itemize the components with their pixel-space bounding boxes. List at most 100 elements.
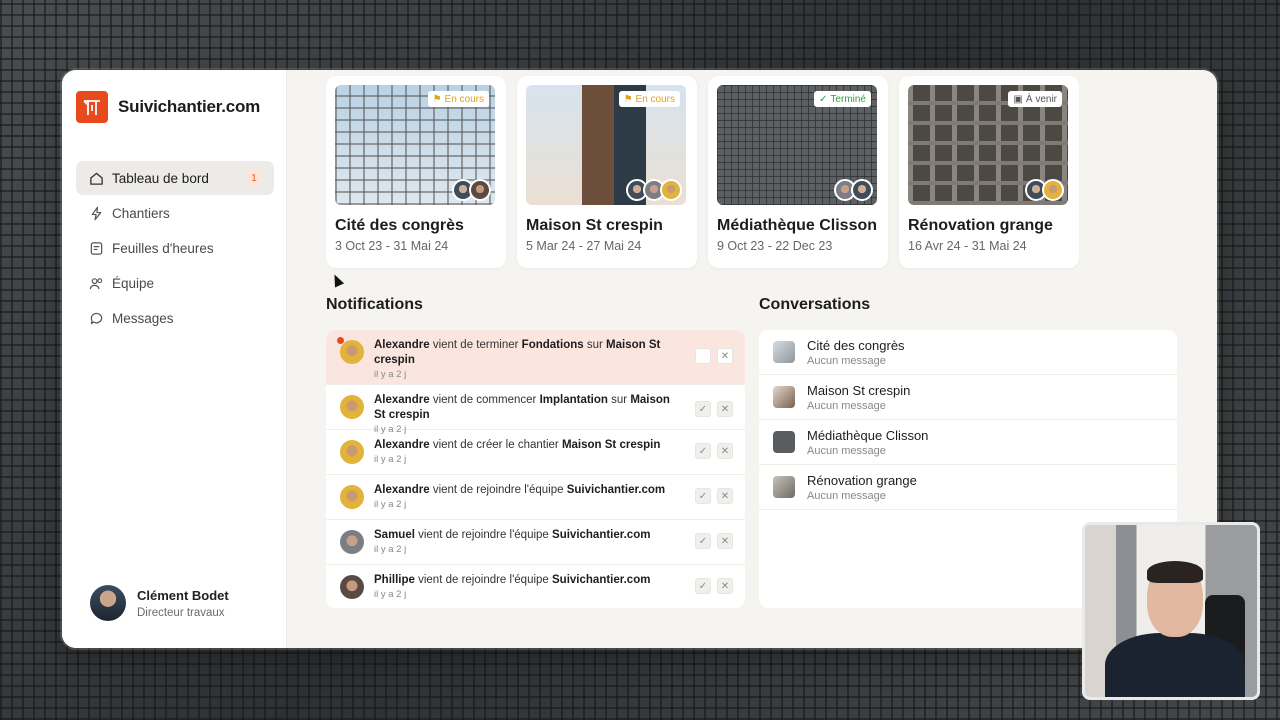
avatar bbox=[340, 575, 364, 599]
status-badge: ▣ À venir bbox=[1008, 91, 1062, 107]
conversation-preview: Aucun message bbox=[807, 444, 886, 457]
project-photo: ✓ Terminé bbox=[717, 85, 877, 205]
avatar bbox=[469, 179, 491, 201]
conversation-item[interactable]: Médiathèque Clisson Aucun message bbox=[759, 420, 1177, 465]
notification-time: il y a 2 j bbox=[374, 589, 407, 600]
status-badge: ⚑ En cours bbox=[427, 91, 489, 107]
notification-time: il y a 2 j bbox=[374, 499, 407, 510]
sidebar-item-label: Équipe bbox=[112, 275, 155, 291]
sidebar-item-label: Messages bbox=[112, 310, 174, 326]
project-dates: 3 Oct 23 - 31 Mai 24 bbox=[335, 239, 449, 253]
avatar bbox=[340, 395, 364, 419]
user-role: Directeur travaux bbox=[137, 606, 225, 619]
flag-icon: ⚑ bbox=[623, 93, 633, 105]
avatar bbox=[1042, 179, 1064, 201]
mark-read-button[interactable]: ✓ bbox=[695, 443, 711, 459]
conversation-name: Maison St crespin bbox=[807, 382, 911, 398]
flag-icon: ⚑ bbox=[432, 93, 442, 105]
sidebar-item-equipe[interactable]: Équipe bbox=[76, 266, 274, 300]
notification-item[interactable]: Samuel vient de rejoindre l'équipe Suivi… bbox=[326, 520, 745, 565]
conversations-title: Conversations bbox=[759, 296, 871, 313]
mark-read-button[interactable]: ✓ bbox=[695, 578, 711, 594]
unread-dot bbox=[337, 337, 344, 344]
notification-item[interactable]: Alexandre vient de commencer Implantatio… bbox=[326, 385, 745, 435]
avatar bbox=[851, 179, 873, 201]
webcam-overlay bbox=[1082, 522, 1260, 700]
team-avatars bbox=[452, 179, 491, 201]
home-icon bbox=[88, 170, 104, 186]
team-avatars bbox=[626, 179, 682, 201]
conversation-item[interactable]: Rénovation grange Aucun message bbox=[759, 465, 1177, 510]
project-card-cite-des-congres[interactable]: ⚑ En cours Cité des congrès 3 Oct 23 - 31… bbox=[326, 76, 506, 268]
dismiss-button[interactable]: ✕ bbox=[717, 401, 733, 417]
conversation-preview: Aucun message bbox=[807, 399, 886, 412]
project-dates: 16 Avr 24 - 31 Mai 24 bbox=[908, 239, 1027, 253]
project-card-renovation-grange[interactable]: ▣ À venir Rénovation grange 16 Avr 24 - 3… bbox=[899, 76, 1079, 268]
project-photo: ⚑ En cours bbox=[526, 85, 686, 205]
app-window: Suivichantier.com Tableau de bord 1 Chan… bbox=[62, 70, 1217, 648]
sidebar-item-messages[interactable]: Messages bbox=[76, 301, 274, 335]
avatar bbox=[90, 585, 126, 621]
user-name: Clément Bodet bbox=[137, 587, 229, 603]
sidebar-item-feuilles-d-heures[interactable]: Feuilles d'heures bbox=[76, 231, 274, 265]
project-photo: ⚑ En cours bbox=[335, 85, 495, 205]
mark-read-button[interactable] bbox=[695, 348, 711, 364]
notification-time: il y a 2 j bbox=[374, 369, 407, 380]
avatar bbox=[340, 440, 364, 464]
team-avatars bbox=[834, 179, 873, 201]
project-thumbnail bbox=[773, 476, 795, 498]
status-badge: ⚑ En cours bbox=[618, 91, 680, 107]
avatar bbox=[340, 485, 364, 509]
project-title: Cité des congrès bbox=[335, 217, 464, 234]
notification-item[interactable]: Phillipe vient de rejoindre l'équipe Sui… bbox=[326, 565, 745, 608]
conversation-item[interactable]: Cité des congrès Aucun message bbox=[759, 330, 1177, 375]
sidebar: Suivichantier.com Tableau de bord 1 Chan… bbox=[62, 70, 287, 648]
brand[interactable]: Suivichantier.com bbox=[76, 91, 260, 123]
project-photo: ▣ À venir bbox=[908, 85, 1068, 205]
crane-logo-icon bbox=[76, 91, 108, 123]
project-title: Rénovation grange bbox=[908, 217, 1053, 234]
project-cards: ⚑ En cours Cité des congrès 3 Oct 23 - 31… bbox=[326, 76, 1079, 268]
team-avatars bbox=[1025, 179, 1064, 201]
project-dates: 5 Mar 24 - 27 Mai 24 bbox=[526, 239, 642, 253]
user-profile[interactable]: Clément Bodet Directeur travaux bbox=[90, 585, 229, 621]
users-icon bbox=[88, 275, 104, 291]
status-badge: ✓ Terminé bbox=[814, 91, 871, 107]
sidebar-nav: Tableau de bord 1 Chantiers Feuilles d'h… bbox=[76, 161, 274, 336]
chat-icon bbox=[88, 310, 104, 326]
mark-read-button[interactable]: ✓ bbox=[695, 401, 711, 417]
project-card-mediatheque-clisson[interactable]: ✓ Terminé Médiathèque Clisson 9 Oct 23 - … bbox=[708, 76, 888, 268]
conversation-preview: Aucun message bbox=[807, 489, 886, 502]
notification-item[interactable]: Alexandre vient de créer le chantier Mai… bbox=[326, 430, 745, 475]
mark-read-button[interactable]: ✓ bbox=[695, 533, 711, 549]
dismiss-button[interactable]: ✕ bbox=[717, 348, 733, 364]
dismiss-button[interactable]: ✕ bbox=[717, 443, 733, 459]
project-thumbnail bbox=[773, 386, 795, 408]
project-dates: 9 Oct 23 - 22 Dec 23 bbox=[717, 239, 833, 253]
avatar bbox=[340, 340, 364, 364]
sidebar-item-label: Tableau de bord bbox=[112, 170, 209, 186]
sidebar-item-label: Feuilles d'heures bbox=[112, 240, 214, 256]
sidebar-item-chantiers[interactable]: Chantiers bbox=[76, 196, 274, 230]
brand-name: Suivichantier.com bbox=[118, 97, 261, 116]
lightning-icon bbox=[88, 205, 104, 221]
notification-time: il y a 2 j bbox=[374, 544, 407, 555]
project-title: Médiathèque Clisson bbox=[717, 217, 878, 234]
notifications-panel: Alexandre vient de terminer Fondations s… bbox=[326, 330, 745, 608]
project-thumbnail bbox=[773, 431, 795, 453]
timesheet-icon bbox=[88, 240, 104, 256]
notification-count-badge: 1 bbox=[246, 170, 262, 186]
avatar bbox=[660, 179, 682, 201]
notification-item[interactable]: Alexandre vient de rejoindre l'équipe Su… bbox=[326, 475, 745, 520]
project-card-maison-st-crespin[interactable]: ⚑ En cours Maison St crespin 5 Mar 24 - 2… bbox=[517, 76, 697, 268]
dismiss-button[interactable]: ✕ bbox=[717, 533, 733, 549]
dismiss-button[interactable]: ✕ bbox=[717, 578, 733, 594]
conversation-item[interactable]: Maison St crespin Aucun message bbox=[759, 375, 1177, 420]
sidebar-item-tableau-de-bord[interactable]: Tableau de bord 1 bbox=[76, 161, 274, 195]
mark-read-button[interactable]: ✓ bbox=[695, 488, 711, 504]
conversation-name: Médiathèque Clisson bbox=[807, 427, 929, 443]
notification-item[interactable]: Alexandre vient de terminer Fondations s… bbox=[326, 330, 745, 385]
notification-time: il y a 2 j bbox=[374, 454, 407, 465]
dismiss-button[interactable]: ✕ bbox=[717, 488, 733, 504]
notifications-title: Notifications bbox=[326, 296, 423, 313]
